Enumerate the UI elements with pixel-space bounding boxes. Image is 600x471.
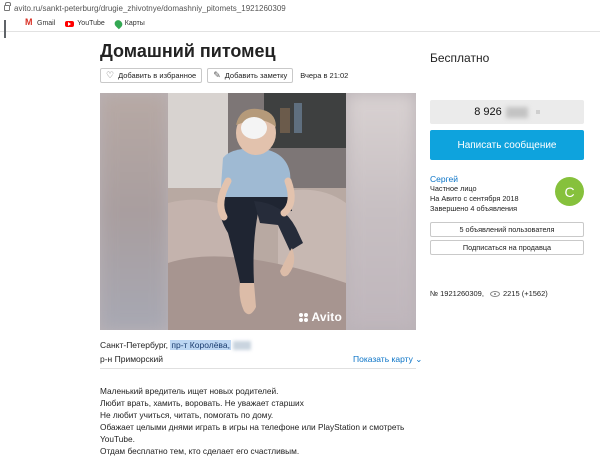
listing-description: Маленький вредитель ищет новых родителей… — [100, 385, 416, 457]
maps-icon — [112, 18, 124, 29]
phone-number: 8 926 — [474, 106, 502, 118]
listing-photo[interactable] — [168, 93, 346, 330]
description-line: Обажает целыми днями играть в игры на те… — [100, 422, 405, 444]
description-line: Маленький вредитель ищет новых родителей… — [100, 386, 279, 396]
address-street: пр-т Королёва, — [170, 340, 231, 350]
bookmark-label: YouTube — [77, 20, 105, 27]
heart-icon: ♡ — [106, 70, 115, 80]
ad-meta: № 1921260309, 2215 (+1562) — [430, 289, 548, 298]
bookmark-gmail[interactable]: Gmail — [25, 17, 56, 27]
description-line: Любит врать, хамить, воровать. Не уважае… — [100, 398, 304, 408]
redacted-house-number — [232, 341, 251, 351]
seller-type: Частное лицо — [430, 184, 477, 193]
price: Бесплатно — [430, 51, 490, 65]
seller-completed: Завершено 4 объявления — [430, 204, 518, 213]
view-count: 2215 (+1562) — [502, 289, 548, 298]
gallery-blur-left — [100, 93, 168, 330]
ad-number: № 1921260309, — [430, 289, 484, 298]
description-line: Отдам бесплатно тем, кто сделает его сча… — [100, 446, 300, 456]
user-ads-button[interactable]: 5 объявлений пользователя — [430, 222, 584, 237]
seller-info: Частное лицо На Авито с сентября 2018 За… — [430, 184, 519, 214]
bookmark-label: Карты — [124, 20, 145, 27]
address-bar[interactable]: avito.ru/sankt-peterburg/drugie_zhivotny… — [0, 0, 600, 16]
bookmarks-bar: Gmail YouTube Карты — [0, 16, 600, 38]
address-city: Санкт-Петербург, — [100, 340, 168, 350]
redacted-phone-tail — [535, 110, 540, 114]
note-label: Добавить заметку — [224, 71, 288, 80]
show-phone-button[interactable]: 8 926 — [430, 100, 584, 124]
apps-icon — [4, 19, 12, 38]
address-district: р-н Приморский — [100, 354, 163, 364]
seller-since: На Авито с сентября 2018 — [430, 194, 519, 203]
gmail-icon — [25, 17, 34, 27]
subscribe-button[interactable]: Подписаться на продавца — [430, 240, 584, 255]
write-message-button[interactable]: Написать сообщение — [430, 130, 584, 160]
add-to-favorites-button[interactable]: ♡ Добавить в избранное — [100, 68, 203, 83]
show-map-link[interactable]: Показать карту ⌄ — [353, 354, 422, 365]
note-icon: ✎ — [213, 70, 221, 80]
publish-date: Вчера в 21:02 — [300, 71, 349, 80]
show-map-label: Показать карту — [353, 354, 413, 364]
page-title: Домашний питомец — [100, 41, 276, 61]
bookmark-label: Gmail — [37, 20, 56, 27]
avatar[interactable]: С — [555, 177, 584, 206]
description-line: Не любит учиться, читать, помогать по до… — [100, 410, 274, 420]
avito-watermark: Avito — [299, 310, 342, 324]
divider — [100, 368, 416, 369]
youtube-icon — [65, 20, 75, 27]
bookmark-maps[interactable]: Карты — [112, 18, 145, 29]
chevron-down-icon: ⌄ — [415, 354, 423, 364]
favorite-label: Добавить в избранное — [118, 71, 197, 80]
add-note-button[interactable]: ✎ Добавить заметку — [207, 68, 294, 83]
watermark-text: Avito — [311, 310, 342, 324]
seller-name-link[interactable]: Сергей — [430, 174, 458, 184]
bookmark-apps[interactable] — [4, 19, 15, 38]
lock-icon — [4, 2, 11, 11]
bookmark-youtube[interactable]: YouTube — [65, 20, 105, 27]
photo-illustration — [168, 93, 346, 330]
url-text[interactable]: avito.ru/sankt-peterburg/drugie_zhivotny… — [14, 4, 286, 13]
photo-gallery[interactable]: Avito — [100, 93, 416, 330]
address: Санкт-Петербург, пр-т Королёва, — [100, 340, 251, 351]
redacted-phone-digits — [505, 106, 528, 118]
eye-icon — [489, 290, 500, 297]
avito-logo-icon — [299, 312, 309, 322]
gallery-blur-right — [346, 93, 416, 330]
listing-actions: ♡ Добавить в избранное ✎ Добавить заметк… — [100, 68, 348, 83]
